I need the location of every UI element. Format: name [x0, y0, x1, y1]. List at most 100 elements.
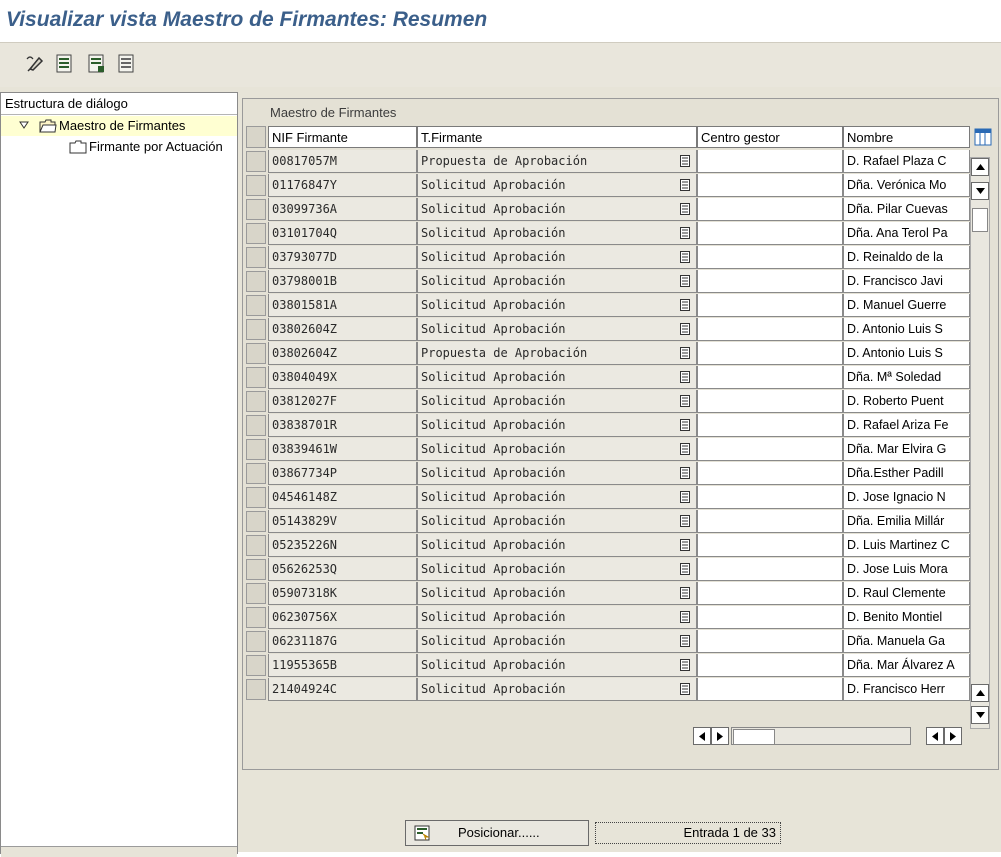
cell-centro-gestor[interactable]	[697, 582, 843, 605]
cell-nif[interactable]: 03101704Q	[268, 222, 417, 245]
table-settings-icon[interactable]	[973, 127, 993, 147]
vertical-scrollbar[interactable]	[970, 157, 990, 729]
expand-triangle-icon[interactable]	[19, 121, 29, 129]
horizontal-scroll-thumb[interactable]	[733, 729, 775, 745]
cell-nombre[interactable]: D. Jose Luis Mora	[843, 558, 970, 581]
table-row[interactable]: 11955365B Solicitud Aprobación Dña. Mar Ál…	[246, 654, 993, 678]
cell-nombre[interactable]: D. Francisco Javi	[843, 270, 970, 293]
row-selector[interactable]	[246, 607, 266, 628]
cell-tipo-firmante[interactable]: Solicitud Aprobación	[417, 438, 697, 461]
value-help-icon[interactable]	[680, 347, 690, 359]
cell-tipo-firmante[interactable]: Solicitud Aprobación	[417, 654, 697, 677]
cell-tipo-firmante[interactable]: Solicitud Aprobación	[417, 534, 697, 557]
row-selector[interactable]	[246, 247, 266, 268]
cell-nombre[interactable]: D. Manuel Guerre	[843, 294, 970, 317]
cell-nombre[interactable]: D. Benito Montiel	[843, 606, 970, 629]
copy-icon[interactable]	[86, 53, 108, 75]
table-row[interactable]: 06231187G Solicitud Aprobación Dña. Manuel…	[246, 630, 993, 654]
tree-item-maestro-firmantes[interactable]: Maestro de Firmantes	[1, 116, 237, 136]
cell-tipo-firmante[interactable]: Solicitud Aprobación	[417, 630, 697, 653]
value-help-icon[interactable]	[680, 635, 690, 647]
table-row[interactable]: 06230756X Solicitud Aprobación D. Benito M…	[246, 606, 993, 630]
row-selector[interactable]	[246, 319, 266, 340]
cell-tipo-firmante[interactable]: Solicitud Aprobación	[417, 318, 697, 341]
new-entries-icon[interactable]	[54, 53, 76, 75]
cell-centro-gestor[interactable]	[697, 486, 843, 509]
cell-centro-gestor[interactable]	[697, 270, 843, 293]
table-row[interactable]: 03839461W Solicitud Aprobación Dña. Mar El…	[246, 438, 993, 462]
cell-nombre[interactable]: Dña. Ana Terol Pa	[843, 222, 970, 245]
value-help-icon[interactable]	[680, 563, 690, 575]
tree-item-firmante-actuacion[interactable]: Firmante por Actuación	[65, 137, 237, 157]
cell-centro-gestor[interactable]	[697, 342, 843, 365]
row-selector[interactable]	[246, 223, 266, 244]
cell-nif[interactable]: 03839461W	[268, 438, 417, 461]
cell-centro-gestor[interactable]	[697, 198, 843, 221]
cell-tipo-firmante[interactable]: Propuesta de Aprobación	[417, 342, 697, 365]
cell-nombre[interactable]: D. Francisco Herr	[843, 678, 970, 701]
cell-centro-gestor[interactable]	[697, 558, 843, 581]
cell-nif[interactable]: 06231187G	[268, 630, 417, 653]
row-selector[interactable]	[246, 439, 266, 460]
cell-nif[interactable]: 03798001B	[268, 270, 417, 293]
cell-tipo-firmante[interactable]: Solicitud Aprobación	[417, 366, 697, 389]
row-selector[interactable]	[246, 151, 266, 172]
table-row[interactable]: 03812027F Solicitud Aprobación D. Roberto …	[246, 390, 993, 414]
cell-tipo-firmante[interactable]: Solicitud Aprobación	[417, 606, 697, 629]
cell-nombre[interactable]: D. Raul Clemente	[843, 582, 970, 605]
row-selector[interactable]	[246, 367, 266, 388]
value-help-icon[interactable]	[680, 299, 690, 311]
cell-nombre[interactable]: D. Reinaldo de la	[843, 246, 970, 269]
cell-nif[interactable]: 05907318K	[268, 582, 417, 605]
cell-nif[interactable]: 03793077D	[268, 246, 417, 269]
value-help-icon[interactable]	[680, 275, 690, 287]
table-row[interactable]: 03801581A Solicitud Aprobación D. Manuel G…	[246, 294, 993, 318]
cell-nif[interactable]: 03099736A	[268, 198, 417, 221]
cell-nombre[interactable]: D. Roberto Puent	[843, 390, 970, 413]
table-row[interactable]: 04546148Z Solicitud Aprobación D. Jose Ign…	[246, 486, 993, 510]
cell-centro-gestor[interactable]	[697, 462, 843, 485]
row-selector[interactable]	[246, 511, 266, 532]
value-help-icon[interactable]	[680, 659, 690, 671]
select-all-cell[interactable]	[246, 126, 266, 148]
table-row[interactable]: 03798001B Solicitud Aprobación D. Francisc…	[246, 270, 993, 294]
change-display-icon[interactable]	[24, 53, 46, 75]
table-row[interactable]: 03802604Z Solicitud Aprobación D. Antonio …	[246, 318, 993, 342]
cell-tipo-firmante[interactable]: Solicitud Aprobación	[417, 414, 697, 437]
row-selector[interactable]	[246, 559, 266, 580]
cell-nif[interactable]: 05143829V	[268, 510, 417, 533]
row-selector[interactable]	[246, 175, 266, 196]
cell-nombre[interactable]: D. Rafael Ariza Fe	[843, 414, 970, 437]
cell-tipo-firmante[interactable]: Solicitud Aprobación	[417, 510, 697, 533]
cell-nif[interactable]: 00817057M	[268, 150, 417, 173]
table-row[interactable]: 05907318K Solicitud Aprobación D. Raul Cle…	[246, 582, 993, 606]
value-help-icon[interactable]	[680, 587, 690, 599]
cell-tipo-firmante[interactable]: Solicitud Aprobación	[417, 486, 697, 509]
value-help-icon[interactable]	[680, 251, 690, 263]
cell-centro-gestor[interactable]	[697, 534, 843, 557]
table-row[interactable]: 21404924C Solicitud Aprobación D. Francisc…	[246, 678, 993, 702]
value-help-icon[interactable]	[680, 155, 690, 167]
value-help-icon[interactable]	[680, 203, 690, 215]
cell-nif[interactable]: 05235226N	[268, 534, 417, 557]
row-selector[interactable]	[246, 199, 266, 220]
cell-nif[interactable]: 06230756X	[268, 606, 417, 629]
cell-nombre[interactable]: Dña. Verónica Mo	[843, 174, 970, 197]
value-help-icon[interactable]	[680, 515, 690, 527]
cell-nombre[interactable]: Dña. Mar Álvarez A	[843, 654, 970, 677]
cell-centro-gestor[interactable]	[697, 366, 843, 389]
cell-nif[interactable]: 03804049X	[268, 366, 417, 389]
cell-tipo-firmante[interactable]: Solicitud Aprobación	[417, 294, 697, 317]
cell-nombre[interactable]: D. Luis Martinez C	[843, 534, 970, 557]
cell-tipo-firmante[interactable]: Solicitud Aprobación	[417, 246, 697, 269]
cell-centro-gestor[interactable]	[697, 678, 843, 701]
delete-icon[interactable]	[116, 53, 138, 75]
column-scroll-right-button[interactable]	[944, 727, 962, 745]
cell-centro-gestor[interactable]	[697, 606, 843, 629]
table-row[interactable]: 01176847Y Solicitud Aprobación Dña. Veróni…	[246, 174, 993, 198]
scroll-up-button[interactable]	[971, 158, 989, 176]
row-selector[interactable]	[246, 463, 266, 484]
value-help-icon[interactable]	[680, 227, 690, 239]
cell-centro-gestor[interactable]	[697, 222, 843, 245]
row-selector[interactable]	[246, 535, 266, 556]
